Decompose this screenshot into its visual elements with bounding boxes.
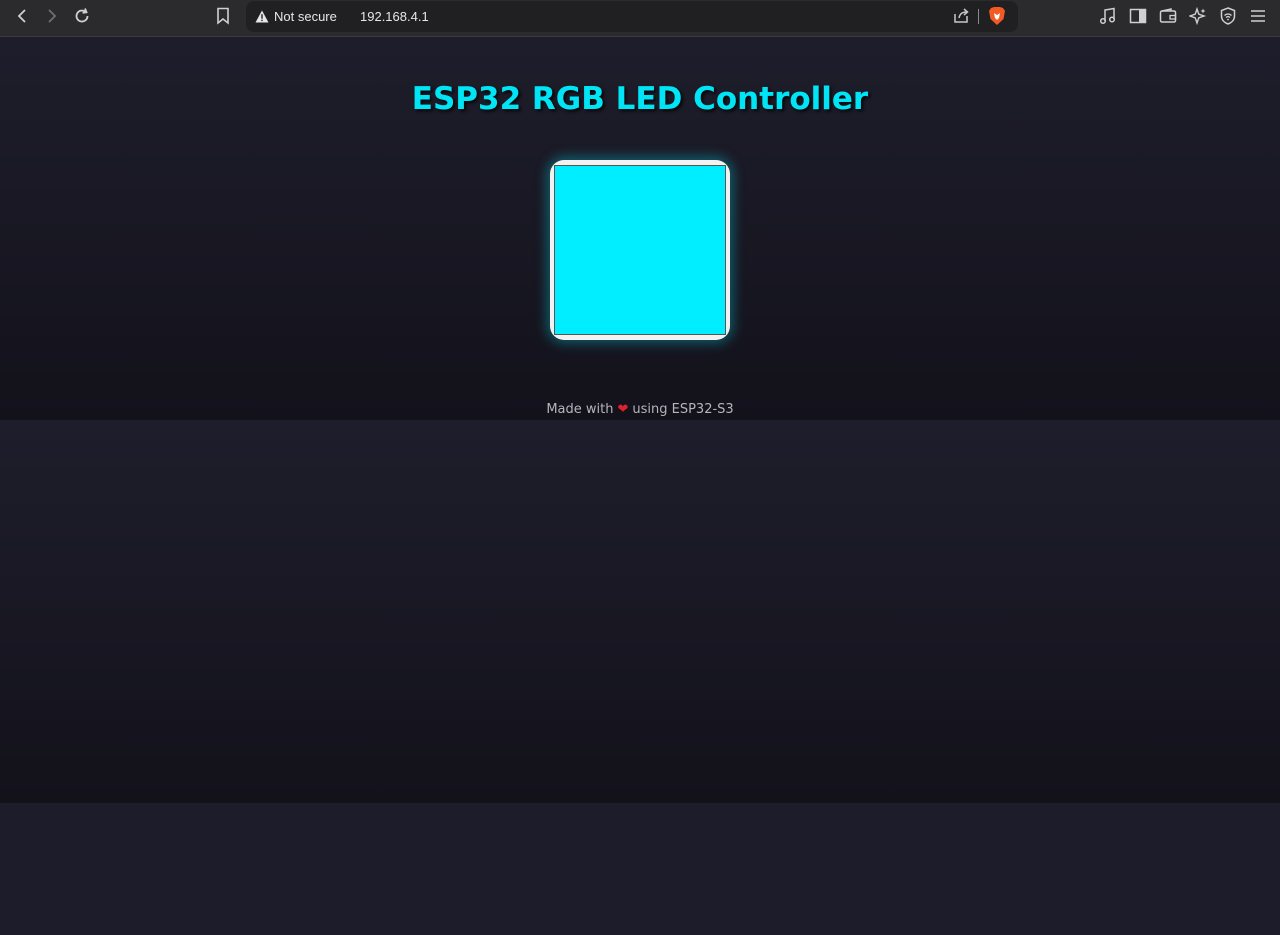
footer-prefix: Made with bbox=[546, 402, 614, 417]
wallet-icon[interactable] bbox=[1156, 5, 1180, 27]
url-text[interactable]: 192.168.4.1 bbox=[360, 9, 429, 24]
reload-icon[interactable] bbox=[70, 5, 94, 27]
bookmark-icon[interactable] bbox=[211, 5, 235, 27]
background-band bbox=[0, 420, 1280, 803]
heart-icon: ❤ bbox=[617, 402, 629, 417]
music-icon[interactable] bbox=[1096, 5, 1120, 27]
vpn-shield-icon[interactable] bbox=[1216, 5, 1240, 27]
leo-ai-icon[interactable] bbox=[1186, 5, 1210, 27]
address-bar[interactable]: Not secure 192.168.4.1 bbox=[246, 1, 1018, 32]
footer-suffix: using ESP32-S3 bbox=[632, 402, 734, 417]
back-icon[interactable] bbox=[10, 5, 34, 27]
page-content: ESP32 RGB LED Controller Made with ❤ using… bbox=[0, 37, 1280, 935]
page-title: ESP32 RGB LED Controller bbox=[411, 81, 869, 117]
color-picker[interactable] bbox=[550, 160, 730, 340]
warning-icon bbox=[255, 10, 269, 28]
brave-lion-icon[interactable] bbox=[988, 6, 1006, 31]
color-swatch[interactable] bbox=[554, 165, 726, 335]
forward-icon[interactable] bbox=[40, 5, 64, 27]
footer: Made with ❤ using ESP32-S3 bbox=[0, 402, 1280, 417]
menu-icon[interactable] bbox=[1246, 5, 1270, 27]
separator bbox=[978, 9, 979, 24]
security-label[interactable]: Not secure bbox=[274, 9, 337, 24]
browser-toolbar: Not secure 192.168.4.1 bbox=[0, 0, 1280, 37]
share-icon[interactable] bbox=[952, 7, 970, 30]
sidebar-icon[interactable] bbox=[1126, 5, 1150, 27]
